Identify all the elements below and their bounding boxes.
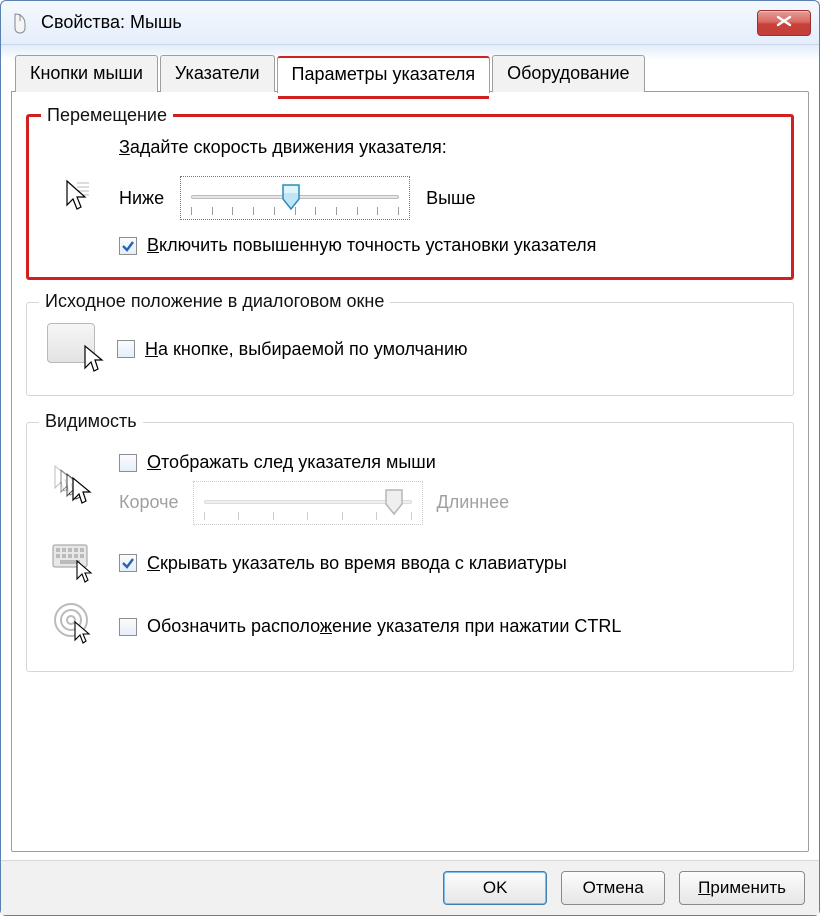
close-button[interactable] xyxy=(757,10,811,36)
tab-pointers[interactable]: Указатели xyxy=(160,55,275,92)
group-motion: Перемещение Задайте xyxy=(26,114,794,280)
speed-instruction: Задайте скорость движения указателя: xyxy=(119,137,773,158)
speed-faster-label: Выше xyxy=(426,188,475,209)
close-icon xyxy=(776,14,792,32)
group-motion-legend: Перемещение xyxy=(41,105,173,126)
speed-slider[interactable] xyxy=(180,176,410,220)
ok-button[interactable]: OK xyxy=(443,871,547,905)
window-title: Свойства: Мышь xyxy=(41,12,757,33)
group-visibility: Видимость xyxy=(26,422,794,671)
trail-slider-thumb xyxy=(384,488,404,516)
snap-checkbox[interactable] xyxy=(117,340,135,358)
pointer-speed-icon xyxy=(63,179,91,215)
check-icon xyxy=(121,239,135,253)
trail-slider-track xyxy=(204,500,412,504)
dialog-button-row: OK Отмена Применить xyxy=(1,860,819,915)
trail-shorter-label: Короче xyxy=(119,492,179,513)
tab-hardware[interactable]: Оборудование xyxy=(492,55,644,92)
group-visibility-legend: Видимость xyxy=(39,411,143,432)
ctrl-locate-label[interactable]: Обозначить расположение указателя при на… xyxy=(147,615,621,638)
group-snap-legend: Исходное положение в диалоговом окне xyxy=(39,291,390,312)
ctrl-locate-checkbox[interactable] xyxy=(119,618,137,636)
speed-instruction-rest: адайте скорость движения указателя: xyxy=(130,137,447,157)
precision-checkbox[interactable] xyxy=(119,237,137,255)
precision-label[interactable]: Включить повышенную точность установки у… xyxy=(147,234,596,257)
app-icon xyxy=(9,12,31,34)
tab-buttons[interactable]: Кнопки мыши xyxy=(15,55,158,92)
trail-longer-label: Длиннее xyxy=(437,492,510,513)
check-icon xyxy=(121,556,135,570)
hide-typing-icon xyxy=(51,539,95,588)
apply-button[interactable]: Применить xyxy=(679,871,805,905)
snap-icon xyxy=(47,323,103,375)
group-snap: Исходное положение в диалоговом окне xyxy=(26,302,794,396)
hide-typing-checkbox[interactable] xyxy=(119,554,137,572)
trail-checkbox[interactable] xyxy=(119,454,137,472)
cancel-button[interactable]: Отмена xyxy=(561,871,665,905)
speed-slider-thumb[interactable] xyxy=(281,183,301,211)
tab-pointer-options-label: Параметры указателя xyxy=(292,64,476,84)
snap-label[interactable]: На кнопке, выбираемой по умолчанию xyxy=(145,338,468,361)
ctrl-locate-icon xyxy=(51,602,95,651)
titlebar[interactable]: Свойства: Мышь xyxy=(1,1,819,45)
trail-slider xyxy=(193,481,423,525)
client-area: Кнопки мыши Указатели Параметры указател… xyxy=(1,45,819,860)
speed-slower-label: Ниже xyxy=(119,188,164,209)
window-frame: Свойства: Мышь Кнопки мыши Указатели Пар… xyxy=(0,0,820,916)
pointer-trail-icon xyxy=(51,464,95,513)
trail-slider-ticks xyxy=(204,512,412,522)
tab-pointer-options[interactable]: Параметры указателя xyxy=(277,56,491,93)
trail-label[interactable]: Отображать след указателя мыши xyxy=(147,451,436,474)
hide-typing-label[interactable]: Скрывать указатель во время ввода с клав… xyxy=(147,552,567,575)
tab-panel: Перемещение Задайте xyxy=(11,91,809,852)
tabstrip: Кнопки мыши Указатели Параметры указател… xyxy=(11,55,809,92)
tab-highlight xyxy=(278,96,490,99)
